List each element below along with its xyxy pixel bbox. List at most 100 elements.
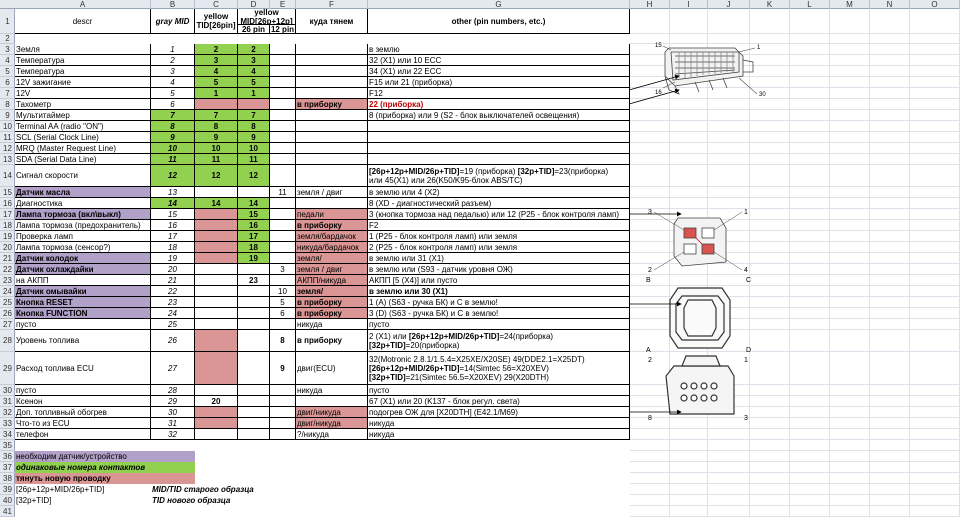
empty-cell[interactable] — [790, 352, 830, 385]
mid-12pin-cell[interactable] — [270, 121, 296, 132]
yellow-tid-cell[interactable] — [195, 275, 238, 286]
empty-cell[interactable] — [870, 319, 910, 330]
empty-cell[interactable] — [910, 264, 960, 275]
empty-cell[interactable] — [830, 451, 870, 462]
empty-cell[interactable] — [910, 99, 960, 110]
empty-cell[interactable] — [870, 308, 910, 319]
empty-cell[interactable] — [790, 275, 830, 286]
empty-cell[interactable] — [708, 495, 750, 506]
descr-cell[interactable]: SCL (Serial Clock Line) — [15, 132, 151, 143]
mid-26pin-cell[interactable] — [238, 264, 270, 275]
empty-cell[interactable] — [830, 418, 870, 429]
empty-cell[interactable] — [910, 66, 960, 77]
empty-cell[interactable] — [830, 462, 870, 473]
gray-mid-cell[interactable]: 28 — [151, 385, 195, 396]
empty-cell[interactable] — [910, 77, 960, 88]
empty-cell[interactable] — [708, 121, 750, 132]
empty-cell[interactable] — [790, 506, 830, 517]
empty-cell[interactable] — [790, 154, 830, 165]
empty-cell[interactable] — [870, 209, 910, 220]
empty-cell[interactable] — [830, 385, 870, 396]
descr-cell[interactable]: Доп. топливный обогрев — [15, 407, 151, 418]
empty-cell[interactable] — [910, 484, 960, 495]
empty-cell[interactable] — [910, 506, 960, 517]
yellow-tid-cell[interactable]: 12 — [195, 165, 238, 187]
mid-26pin-cell[interactable] — [238, 330, 270, 352]
header-descr[interactable]: descr — [15, 9, 151, 34]
empty-cell[interactable] — [790, 55, 830, 66]
header-yellow-mid[interactable]: yellow MID[26p+12p] — [238, 9, 296, 25]
other-cell[interactable]: F15 или 21 (приборка) — [368, 77, 630, 88]
empty-cell[interactable] — [830, 209, 870, 220]
mid-12pin-cell[interactable] — [270, 110, 296, 121]
empty-cell[interactable] — [910, 110, 960, 121]
empty-cell[interactable] — [670, 462, 708, 473]
descr-cell[interactable]: на АКПП — [15, 275, 151, 286]
gray-mid-cell[interactable]: 7 — [151, 110, 195, 121]
other-cell[interactable]: 22 (приборка) — [368, 99, 630, 110]
empty-cell[interactable] — [670, 495, 708, 506]
empty-cell[interactable] — [790, 429, 830, 440]
empty-cell[interactable] — [830, 484, 870, 495]
empty-cell[interactable] — [790, 495, 830, 506]
yellow-tid-cell[interactable] — [195, 209, 238, 220]
where-cell[interactable]: в приборку — [296, 308, 368, 319]
gray-mid-cell[interactable]: 21 — [151, 275, 195, 286]
empty-cell[interactable] — [870, 286, 910, 297]
empty-cell[interactable] — [910, 451, 960, 462]
empty-cell[interactable] — [830, 308, 870, 319]
empty-cell[interactable] — [790, 165, 830, 187]
empty-cell[interactable] — [870, 220, 910, 231]
other-cell[interactable]: F2 — [368, 220, 630, 231]
empty-cell[interactable] — [790, 418, 830, 429]
empty-cell[interactable] — [830, 242, 870, 253]
mid-12pin-cell[interactable]: 3 — [270, 264, 296, 275]
empty-cell[interactable] — [830, 407, 870, 418]
mid-26pin-cell[interactable] — [238, 319, 270, 330]
empty-cell[interactable] — [630, 462, 670, 473]
empty-cell[interactable] — [870, 242, 910, 253]
mid-26pin-cell[interactable]: 16 — [238, 220, 270, 231]
empty-cell[interactable] — [830, 154, 870, 165]
empty-cell[interactable] — [790, 462, 830, 473]
empty-cell[interactable] — [910, 44, 960, 55]
empty-cell[interactable] — [870, 462, 910, 473]
empty-cell[interactable] — [830, 121, 870, 132]
descr-cell[interactable]: Уровень топлива — [15, 330, 151, 352]
empty-cell[interactable] — [708, 9, 750, 34]
empty-cell[interactable] — [790, 319, 830, 330]
gray-mid-cell[interactable]: 30 — [151, 407, 195, 418]
header-where[interactable]: куда тянем — [296, 9, 368, 34]
empty-cell[interactable] — [830, 99, 870, 110]
empty-cell[interactable] — [870, 132, 910, 143]
empty-cell[interactable] — [830, 275, 870, 286]
empty-cell[interactable] — [830, 220, 870, 231]
empty-cell[interactable] — [910, 286, 960, 297]
empty-cell[interactable] — [708, 440, 750, 451]
empty-cell[interactable] — [830, 286, 870, 297]
empty-cell[interactable] — [790, 143, 830, 154]
yellow-tid-cell[interactable] — [195, 220, 238, 231]
empty-cell[interactable] — [910, 473, 960, 484]
mid-12pin-cell[interactable]: 10 — [270, 286, 296, 297]
empty-cell[interactable] — [910, 242, 960, 253]
empty-cell[interactable] — [708, 165, 750, 187]
empty-cell[interactable] — [670, 440, 708, 451]
empty-cell[interactable] — [910, 143, 960, 154]
mid-12pin-cell[interactable] — [270, 242, 296, 253]
yellow-tid-cell[interactable]: 10 — [195, 143, 238, 154]
empty-cell[interactable] — [630, 429, 670, 440]
empty-cell[interactable] — [790, 66, 830, 77]
other-cell[interactable]: 1 (A) (S63 - ручка БК) и С в землю! — [368, 297, 630, 308]
empty-cell[interactable] — [750, 165, 790, 187]
other-cell[interactable]: в землю — [368, 44, 630, 55]
empty-cell[interactable] — [910, 132, 960, 143]
yellow-tid-cell[interactable] — [195, 429, 238, 440]
empty-cell[interactable] — [790, 473, 830, 484]
empty-cell[interactable] — [870, 352, 910, 385]
mid-26pin-cell[interactable]: 23 — [238, 275, 270, 286]
legend-old-format-desc[interactable]: MID/TID старого образца — [151, 484, 270, 495]
mid-12pin-cell[interactable]: 8 — [270, 330, 296, 352]
gray-mid-cell[interactable]: 8 — [151, 121, 195, 132]
mid-26pin-cell[interactable]: 2 — [238, 44, 270, 55]
